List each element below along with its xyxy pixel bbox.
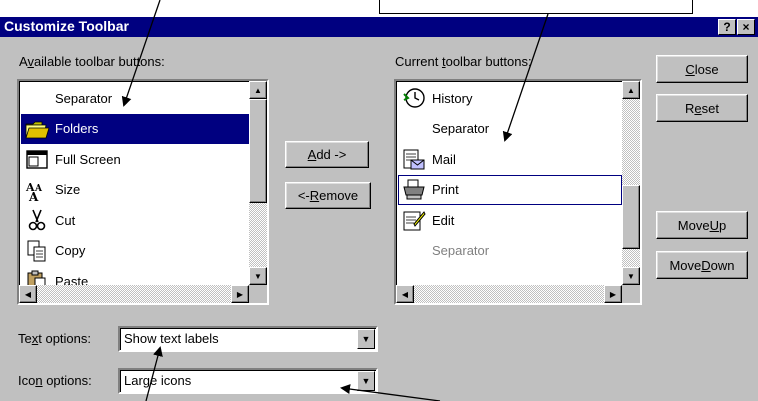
close-button[interactable]: Close	[656, 55, 748, 83]
available-buttons-list[interactable]: Separator Folders Full Screen AAA Size C…	[17, 79, 269, 305]
current-buttons-label: Current toolbar buttons:	[395, 54, 532, 69]
scroll-down-button[interactable]: ▼	[249, 267, 267, 285]
scroll-right-button[interactable]: ▶	[231, 285, 249, 303]
list-item[interactable]: Print	[398, 174, 622, 205]
svg-text:A: A	[28, 190, 39, 202]
arrow-right-icon: ▶	[609, 289, 617, 299]
scroll-left-button[interactable]: ◀	[396, 285, 414, 303]
close-icon: ×	[742, 20, 750, 34]
list-item[interactable]: Edit	[398, 205, 622, 236]
scroll-up-button[interactable]: ▲	[622, 81, 640, 99]
list-item[interactable]: Mail	[398, 144, 622, 175]
horizontal-scrollbar[interactable]: ◀ ▶	[396, 285, 622, 303]
list-item[interactable]: AAA Size	[21, 175, 249, 206]
title-bar: Customize Toolbar ? ×	[0, 17, 758, 37]
scroll-right-button[interactable]: ▶	[604, 285, 622, 303]
printer-icon	[403, 179, 425, 200]
list-item[interactable]: Folders	[21, 113, 249, 144]
add-button[interactable]: Add ->	[285, 141, 369, 168]
size-icon: A AA	[25, 181, 43, 202]
move-up-button[interactable]: Move Up	[656, 211, 748, 239]
copy-icon	[27, 240, 46, 262]
arrow-up-icon: ▲	[254, 85, 262, 95]
list-item[interactable]: Copy	[21, 236, 249, 267]
arrow-right-icon: ▶	[236, 289, 244, 299]
remove-button[interactable]: <- Remove	[285, 182, 371, 209]
list-item-label: History	[432, 90, 473, 106]
window-title: Customize Toolbar	[4, 18, 129, 34]
list-item-label: Mail	[432, 151, 456, 167]
reset-button[interactable]: Re set	[656, 94, 748, 122]
list-item-label: Separator	[432, 121, 490, 137]
arrow-left-icon: ◀	[401, 289, 409, 299]
arrow-down-icon: ▼	[627, 271, 635, 281]
list-item[interactable]: Paste	[21, 266, 249, 285]
full-screen-icon	[26, 150, 48, 169]
vertical-scrollbar[interactable]: ▲ ▼	[249, 81, 267, 285]
text-options-dropdown-button[interactable]: ▼	[357, 329, 375, 349]
list-item[interactable]: Separator	[398, 114, 622, 145]
list-item-label: Copy	[55, 243, 86, 259]
mail-icon	[403, 149, 425, 170]
help-icon: ?	[723, 20, 731, 34]
icon-options-label: Icon options:	[18, 373, 92, 388]
icon-options-value: Large icons	[124, 373, 192, 388]
list-item-label: Cut	[55, 212, 76, 228]
list-item[interactable]: History	[398, 83, 622, 114]
horizontal-scrollbar[interactable]: ◀ ▶	[19, 285, 249, 303]
folder-icon	[25, 121, 49, 139]
paste-icon	[27, 270, 46, 285]
current-buttons-list[interactable]: History Separator Mail Print Edit Separa…	[394, 79, 642, 305]
arrow-up-icon: ▲	[627, 85, 635, 95]
list-item-label: Size	[55, 182, 81, 198]
icon-options-dropdown-button[interactable]: ▼	[357, 371, 375, 391]
text-options-select[interactable]: Show text labels ▼	[118, 326, 378, 352]
scroll-down-button[interactable]: ▼	[622, 267, 640, 285]
vertical-scrollbar[interactable]: ▲ ▼	[622, 81, 640, 285]
close-window-button[interactable]: ×	[737, 19, 755, 35]
icon-options-select[interactable]: Large icons ▼	[118, 368, 378, 394]
list-item[interactable]: Separator	[398, 236, 622, 267]
list-item[interactable]: Cut	[21, 205, 249, 236]
help-button[interactable]: ?	[718, 19, 736, 35]
arrow-left-icon: ◀	[24, 289, 32, 299]
scroll-up-button[interactable]: ▲	[249, 81, 267, 99]
history-icon	[403, 88, 425, 108]
scissors-icon	[28, 209, 46, 231]
chevron-down-icon: ▼	[361, 334, 371, 344]
scroll-corner	[622, 285, 640, 303]
text-options-value: Show text labels	[124, 331, 219, 346]
available-buttons-label: Available toolbar buttons:	[19, 54, 165, 69]
list-item-label: Edit	[432, 212, 455, 228]
move-down-button[interactable]: Move Down	[656, 251, 748, 279]
scroll-left-button[interactable]: ◀	[19, 285, 37, 303]
text-options-label: Text options:	[18, 331, 91, 346]
callout-box	[379, 0, 693, 14]
list-item-label: Paste	[55, 273, 89, 285]
list-item-label: Print	[432, 182, 459, 198]
list-item-label: Separator	[55, 90, 113, 106]
list-item-label: Full Screen	[55, 151, 121, 167]
edit-icon	[403, 211, 426, 231]
list-item[interactable]: Separator	[21, 83, 249, 114]
arrow-down-icon: ▼	[254, 271, 262, 281]
chevron-down-icon: ▼	[361, 376, 371, 386]
scroll-thumb[interactable]	[249, 99, 267, 203]
scroll-corner	[249, 285, 267, 303]
list-item-label: Folders	[55, 121, 99, 137]
list-item[interactable]: Full Screen	[21, 144, 249, 175]
list-item-label: Separator	[432, 243, 490, 259]
scroll-thumb[interactable]	[622, 185, 640, 249]
